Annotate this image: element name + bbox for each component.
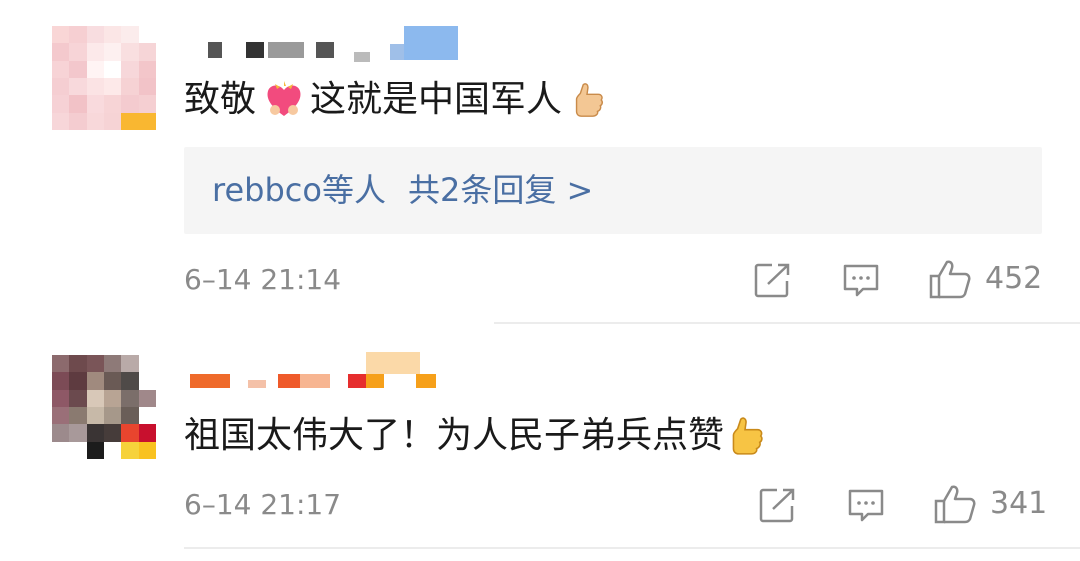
- comment-text: 祖国太伟大了！为人民子弟兵点赞: [184, 413, 772, 459]
- like-icon: [934, 485, 976, 524]
- reply-preview[interactable]: rebbco等人 共2条回复 >: [184, 147, 1042, 234]
- like-icon: [929, 260, 971, 299]
- share-icon: [754, 263, 790, 298]
- comment-button[interactable]: [847, 487, 885, 523]
- timestamp: 6–14 21:14: [184, 263, 342, 296]
- comment-icon: [843, 264, 879, 297]
- like-button[interactable]: 452: [929, 259, 1042, 299]
- timestamp: 6–14 21:17: [184, 488, 342, 521]
- share-button[interactable]: [759, 487, 797, 523]
- divider: [494, 322, 1080, 324]
- thumbs-up-emoji-icon: [575, 83, 604, 117]
- username[interactable]: [190, 352, 438, 388]
- reply-users[interactable]: rebbco等人: [212, 171, 386, 209]
- comment-text: 致敬 这就是中国军人: [184, 78, 612, 122]
- avatar[interactable]: [52, 26, 156, 130]
- avatar[interactable]: [52, 355, 156, 459]
- like-count: 452: [985, 261, 1043, 296]
- username[interactable]: [208, 26, 458, 62]
- comment-text-part: 致敬: [184, 79, 257, 120]
- share-button[interactable]: [754, 262, 792, 298]
- comment-icon: [848, 489, 884, 522]
- divider: [184, 547, 1080, 549]
- like-count: 341: [990, 486, 1048, 521]
- comment-text-part: 祖国太伟大了！为人民子弟兵点赞: [184, 415, 725, 456]
- comment-button[interactable]: [842, 262, 880, 298]
- comment-text-part: 这就是中国军人: [310, 79, 563, 120]
- like-button[interactable]: 341: [934, 484, 1047, 524]
- share-icon: [759, 488, 795, 523]
- thumbs-up-emoji-icon: [732, 417, 763, 455]
- reply-count-link[interactable]: 共2条回复 >: [408, 171, 593, 209]
- heart-emoji-icon: [267, 81, 301, 116]
